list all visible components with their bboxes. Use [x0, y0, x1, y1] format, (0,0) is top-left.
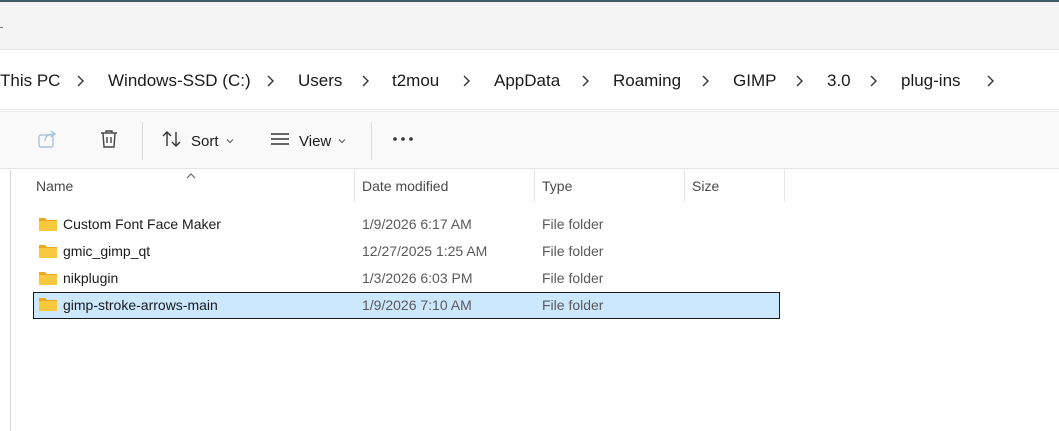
- file-type: File folder: [542, 243, 604, 259]
- list-item[interactable]: nikplugin 1/3/2026 6:03 PM File folder: [33, 266, 780, 293]
- command-bar: Sort View: [0, 111, 1059, 169]
- more-icon: [391, 127, 415, 155]
- file-name: nikplugin: [63, 270, 119, 286]
- window-top-strip: [0, 0, 1059, 50]
- file-name: gmic_gimp_qt: [63, 243, 151, 259]
- navigation-pane-edge: [10, 170, 11, 431]
- breadcrumb-this-pc[interactable]: This PC: [0, 71, 60, 91]
- column-header-name[interactable]: Name: [29, 170, 354, 202]
- share-button[interactable]: [36, 122, 64, 160]
- file-name: gimp-stroke-arrows-main: [63, 297, 218, 313]
- address-bar[interactable]: This PC Windows-SSD (C:) Users t2mou App…: [0, 51, 1059, 110]
- chevron-right-icon[interactable]: [868, 71, 880, 91]
- list-item[interactable]: gmic_gimp_qt 12/27/2025 1:25 AM File fol…: [33, 239, 780, 266]
- list-item[interactable]: Custom Font Face Maker 1/9/2026 6:17 AM …: [33, 212, 780, 239]
- column-header-size[interactable]: Size: [685, 170, 784, 202]
- file-list-pane: Name Date modified Type Size Custom Font…: [0, 170, 1059, 431]
- column-divider[interactable]: [784, 170, 785, 202]
- sort-label: Sort: [191, 132, 219, 150]
- chevron-right-icon[interactable]: [360, 71, 372, 91]
- chevron-right-icon[interactable]: [985, 71, 997, 91]
- file-date: 1/9/2026 6:17 AM: [362, 216, 472, 232]
- file-name: Custom Font Face Maker: [63, 216, 221, 232]
- breadcrumb-3-0[interactable]: 3.0: [827, 71, 851, 91]
- chevron-right-icon[interactable]: [75, 71, 87, 91]
- column-header-date[interactable]: Date modified: [355, 170, 534, 202]
- file-date: 12/27/2025 1:25 AM: [362, 243, 488, 259]
- breadcrumb-plug-ins[interactable]: plug-ins: [901, 71, 961, 91]
- toolbar-divider: [371, 122, 372, 160]
- sort-icon: [161, 128, 183, 154]
- breadcrumb-t2mou[interactable]: t2mou: [392, 71, 439, 91]
- chevron-right-icon[interactable]: [461, 71, 473, 91]
- breadcrumb-appdata[interactable]: AppData: [494, 71, 560, 91]
- breadcrumb-gimp[interactable]: GIMP: [733, 71, 776, 91]
- chevron-down-icon: [225, 133, 235, 150]
- view-label: View: [299, 132, 332, 150]
- folder-icon: [38, 296, 58, 317]
- chevron-right-icon[interactable]: [794, 71, 806, 91]
- file-date: 1/9/2026 7:10 AM: [362, 297, 472, 313]
- share-icon: [36, 127, 60, 155]
- delete-button[interactable]: [97, 122, 125, 160]
- chevron-right-icon[interactable]: [700, 71, 712, 91]
- folder-icon: [38, 243, 58, 264]
- sort-button[interactable]: Sort: [161, 122, 235, 160]
- view-icon: [269, 128, 291, 154]
- edge-mark: [0, 27, 3, 28]
- more-options-button[interactable]: [391, 122, 415, 160]
- file-date: 1/3/2026 6:03 PM: [362, 270, 473, 286]
- file-type: File folder: [542, 216, 604, 232]
- file-explorer-window: This PC Windows-SSD (C:) Users t2mou App…: [0, 0, 1059, 431]
- column-header-type[interactable]: Type: [535, 170, 684, 202]
- list-item-selected[interactable]: gimp-stroke-arrows-main 1/9/2026 7:10 AM…: [33, 292, 780, 319]
- folder-icon: [38, 216, 58, 237]
- breadcrumb-roaming[interactable]: Roaming: [613, 71, 681, 91]
- breadcrumb-users[interactable]: Users: [298, 71, 342, 91]
- breadcrumb-windows-ssd[interactable]: Windows-SSD (C:): [108, 71, 251, 91]
- chevron-right-icon[interactable]: [265, 71, 277, 91]
- toolbar-divider: [142, 122, 143, 160]
- view-button[interactable]: View: [269, 122, 347, 160]
- chevron-right-icon[interactable]: [580, 71, 592, 91]
- file-type: File folder: [542, 270, 604, 286]
- folder-icon: [38, 270, 58, 291]
- file-type: File folder: [542, 297, 604, 313]
- chevron-down-icon: [337, 133, 347, 150]
- trash-icon: [97, 127, 121, 155]
